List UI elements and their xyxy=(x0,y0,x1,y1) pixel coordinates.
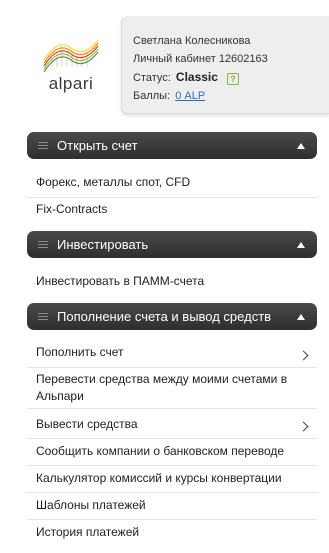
cabinet-number: Личный кабинет 12602163 xyxy=(133,53,268,65)
section-title: Инвестировать xyxy=(57,237,149,252)
menu-item-label: Вывести средства xyxy=(36,417,138,431)
menu-item-bank-transfer-notice[interactable]: Сообщить компании о банковском переводе xyxy=(27,443,317,466)
alpari-logo[interactable]: alpari xyxy=(38,36,104,94)
drag-handle-icon xyxy=(38,142,48,149)
caret-up-icon[interactable] xyxy=(297,142,305,149)
logo-wordmark: alpari xyxy=(48,74,94,93)
menu-item-internal-transfer[interactable]: Перевести средства между моими счетами в… xyxy=(27,371,317,409)
points-row: Баллы: 0 ALP xyxy=(133,87,329,105)
menu-item-fee-calculator[interactable]: Калькулятор комиссий и курсы конвертации xyxy=(27,470,317,493)
menu-item-fix-contracts[interactable]: Fix-Contracts xyxy=(27,201,317,221)
user-name: Светлана Колесникова xyxy=(133,35,251,47)
menu-item-label: Инвестировать в ПАММ-счета xyxy=(36,274,205,288)
status-label: Статус: xyxy=(133,72,171,84)
menu-item-label: Перевести средства между моими счетами в… xyxy=(36,372,288,403)
menu-item-label: Калькулятор комиссий и курсы конвертации xyxy=(36,471,282,485)
menu-item-deposit[interactable]: Пополнить счет xyxy=(27,344,317,368)
section-open-account-header[interactable]: Открыть счет xyxy=(27,132,317,159)
status-value: Classic xyxy=(175,70,218,84)
drag-handle-icon xyxy=(38,313,48,320)
menu-item-payment-templates[interactable]: Шаблоны платежей xyxy=(27,497,317,520)
points-link[interactable]: 0 ALP xyxy=(175,90,205,102)
menu-item-label: Шаблоны платежей xyxy=(36,498,146,512)
menu-item-forex-cfd[interactable]: Форекс, металлы спот, CFD xyxy=(27,174,317,198)
status-row: Статус: Classic ? xyxy=(133,68,329,87)
menu-item-label: Форекс, металлы спот, CFD xyxy=(36,175,191,189)
menu-item-label: История платежей xyxy=(36,525,140,539)
caret-up-icon[interactable] xyxy=(297,313,305,320)
section-title: Пополнение счета и вывод средств xyxy=(57,309,272,324)
profile-card: Светлана Колесникова Личный кабинет 1260… xyxy=(121,16,329,114)
logo-wave-icon xyxy=(43,39,99,73)
section-deposit-withdraw-header[interactable]: Пополнение счета и вывод средств xyxy=(27,303,317,330)
menu-item-label: Fix-Contracts xyxy=(36,202,108,216)
chevron-right-icon xyxy=(298,421,309,432)
menu-item-label: Сообщить компании о банковском переводе xyxy=(36,444,285,458)
section-title: Открыть счет xyxy=(57,138,138,153)
caret-up-icon[interactable] xyxy=(297,241,305,248)
status-help-icon[interactable]: ? xyxy=(227,73,239,85)
drag-handle-icon xyxy=(38,241,48,248)
points-label: Баллы: xyxy=(133,90,171,102)
account-sidebar: alpari Светлана Колесникова Личный кабин… xyxy=(0,0,329,553)
menu-item-payment-history[interactable]: История платежей xyxy=(27,524,317,546)
section-invest-header[interactable]: Инвестировать xyxy=(27,231,317,258)
menu-item-label: Пополнить счет xyxy=(36,345,124,359)
menu-item-pamm-invest[interactable]: Инвестировать в ПАММ-счета xyxy=(27,273,317,293)
chevron-right-icon xyxy=(298,350,309,360)
menu-item-withdraw[interactable]: Вывести средства xyxy=(27,416,317,439)
